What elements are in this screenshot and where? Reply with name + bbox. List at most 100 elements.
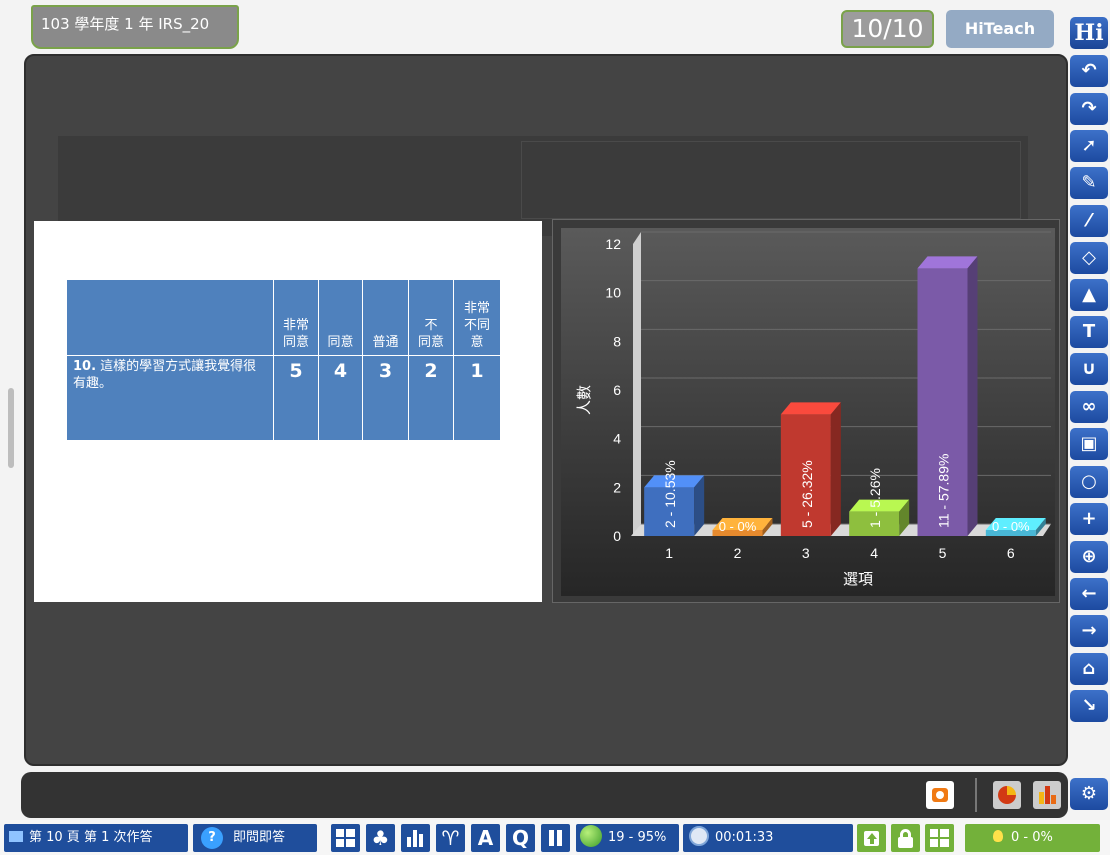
letter-q-button[interactable]: Q bbox=[506, 824, 535, 852]
link-icon[interactable]: ∞ bbox=[1070, 391, 1108, 423]
text-icon[interactable]: T bbox=[1070, 316, 1108, 348]
survey-value: 5 bbox=[273, 356, 318, 440]
survey-header-label: 非常 同意 bbox=[282, 318, 309, 350]
pie-chart-button[interactable] bbox=[993, 781, 1021, 809]
data-label: 0 - 0% bbox=[719, 519, 757, 534]
chart-side-wall bbox=[633, 232, 641, 536]
page-counter: 10/10 bbox=[841, 10, 934, 48]
instant-question-label: 即問即答 bbox=[233, 830, 286, 845]
insert-page-icon[interactable]: ⊕ bbox=[1070, 541, 1108, 573]
survey-value: 2 bbox=[408, 356, 453, 440]
add-page-icon[interactable]: + bbox=[1070, 503, 1108, 535]
help-icon: ? bbox=[201, 827, 223, 849]
redo-icon[interactable]: ↷ bbox=[1070, 93, 1108, 125]
brush-icon[interactable]: ⁄ bbox=[1070, 205, 1108, 237]
pointer-icon[interactable]: ➚ bbox=[1070, 130, 1108, 162]
trash-icon[interactable]: ⌂ bbox=[1070, 653, 1108, 685]
hiteach-button[interactable]: HiTeach bbox=[946, 10, 1054, 48]
y-tick-label: 8 bbox=[613, 333, 621, 349]
control-divider bbox=[975, 778, 977, 812]
monitor-icon bbox=[9, 831, 23, 842]
survey-header-label: 普通 bbox=[372, 335, 399, 350]
trophy-icon[interactable]: ♈ bbox=[436, 824, 465, 852]
magnet-icon[interactable]: ∪ bbox=[1070, 353, 1108, 385]
survey-header: 普通 bbox=[362, 280, 408, 356]
globe-icon bbox=[580, 825, 602, 847]
x-tick-label: 5 bbox=[939, 545, 947, 561]
page-status-label: 第 10 頁 第 1 次作答 bbox=[29, 830, 153, 845]
multi-screen-icon[interactable] bbox=[925, 824, 954, 852]
club-icon[interactable]: ♣ bbox=[366, 824, 395, 852]
layout-grid-icon[interactable] bbox=[331, 824, 360, 852]
survey-table: 非常 同意 同意 普通 不 同意 非常 不同 意 10. 這樣的學習方式讓我覺得… bbox=[67, 280, 500, 440]
lock-icon[interactable] bbox=[891, 824, 920, 852]
question-number: 10. bbox=[73, 359, 97, 374]
y-tick-label: 4 bbox=[613, 431, 621, 447]
session-title: 103 學年度 1 年 IRS_20 bbox=[41, 15, 210, 33]
y-tick-label: 12 bbox=[605, 236, 621, 252]
undo-icon[interactable]: ↶ bbox=[1070, 55, 1108, 87]
y-axis-label: 人數 bbox=[575, 385, 593, 415]
hi-logo-icon[interactable]: Hi bbox=[1070, 17, 1108, 49]
page-status-button[interactable]: 第 10 頁 第 1 次作答 bbox=[4, 824, 188, 852]
lightbulb-icon bbox=[993, 830, 1003, 842]
survey-question: 10. 這樣的學習方式讓我覺得很有趣。 bbox=[67, 356, 273, 440]
answer-stat-label: 0 - 0% bbox=[1011, 830, 1053, 845]
collapse-icon[interactable]: ↘ bbox=[1070, 690, 1108, 722]
x-tick-label: 1 bbox=[665, 545, 673, 561]
survey-header-label: 非常 不同 意 bbox=[463, 301, 490, 350]
y-tick-label: 6 bbox=[613, 382, 621, 398]
survey-corner bbox=[67, 280, 273, 356]
survey-header-label: 不 同意 bbox=[417, 318, 444, 350]
y-tick-label: 10 bbox=[605, 285, 621, 301]
timer-button[interactable]: 00:01:33 bbox=[683, 824, 853, 852]
camera-button[interactable] bbox=[926, 781, 954, 809]
upload-icon[interactable] bbox=[857, 824, 886, 852]
instant-question-button[interactable]: ? 即問即答 bbox=[193, 824, 317, 852]
response-stat-button[interactable]: 19 - 95% bbox=[576, 824, 679, 852]
response-stat-label: 19 - 95% bbox=[608, 830, 667, 845]
timer-label: 00:01:33 bbox=[715, 830, 774, 845]
pen-icon[interactable]: ✎ bbox=[1070, 167, 1108, 199]
pause-icon[interactable] bbox=[541, 824, 570, 852]
bar-chart-button[interactable] bbox=[1033, 781, 1061, 809]
zoom-icon[interactable]: ○ bbox=[1070, 466, 1108, 498]
x-tick-label: 3 bbox=[802, 545, 810, 561]
survey-value: 3 bbox=[362, 356, 408, 440]
camera-robot-icon[interactable]: ▣ bbox=[1070, 428, 1108, 460]
x-tick-label: 2 bbox=[734, 545, 742, 561]
letter-q-label: Q bbox=[511, 826, 529, 850]
x-axis-label: 選項 bbox=[843, 570, 873, 588]
bar-chart: 0 2 4 6 8 10 12 1 2 - 10.53% 2 0 - 0% 3 5 - 26.32% 4 1… bbox=[561, 228, 1055, 596]
survey-header-label: 同意 bbox=[327, 335, 354, 350]
survey-header: 同意 bbox=[318, 280, 362, 356]
statistics-icon[interactable] bbox=[401, 824, 430, 852]
x-tick-label: 4 bbox=[870, 545, 878, 561]
side-drawer-handle[interactable] bbox=[8, 388, 14, 468]
shapes-icon[interactable]: ▲ bbox=[1070, 279, 1108, 311]
data-label: 1 - 5.26% bbox=[867, 468, 883, 528]
survey-header: 非常 同意 bbox=[273, 280, 318, 356]
bar-side bbox=[967, 256, 978, 536]
slide-control-bar bbox=[21, 772, 1068, 818]
next-page-icon[interactable]: → bbox=[1070, 615, 1108, 647]
session-title-tab[interactable]: 103 學年度 1 年 IRS_20 bbox=[31, 5, 239, 49]
answer-stat-button[interactable]: 0 - 0% bbox=[965, 824, 1100, 852]
survey-header: 不 同意 bbox=[408, 280, 453, 356]
bar-top bbox=[780, 402, 841, 415]
stopwatch-icon bbox=[689, 826, 709, 846]
eraser-icon[interactable]: ◇ bbox=[1070, 242, 1108, 274]
bar-top bbox=[917, 256, 978, 269]
question-text: 這樣的學習方式讓我覺得很有趣。 bbox=[73, 359, 257, 391]
letter-a-button[interactable]: A bbox=[471, 824, 500, 852]
prev-page-icon[interactable]: ← bbox=[1070, 578, 1108, 610]
data-label: 11 - 57.89% bbox=[936, 454, 952, 528]
settings-icon[interactable]: ⚙ bbox=[1070, 778, 1108, 810]
x-tick-label: 6 bbox=[1007, 545, 1015, 561]
letter-a-label: A bbox=[477, 826, 494, 850]
y-tick-label: 2 bbox=[613, 479, 621, 495]
data-label: 5 - 26.32% bbox=[799, 460, 815, 528]
y-tick-label: 0 bbox=[613, 528, 621, 544]
survey-header: 非常 不同 意 bbox=[453, 280, 500, 356]
data-label: 0 - 0% bbox=[992, 519, 1030, 534]
